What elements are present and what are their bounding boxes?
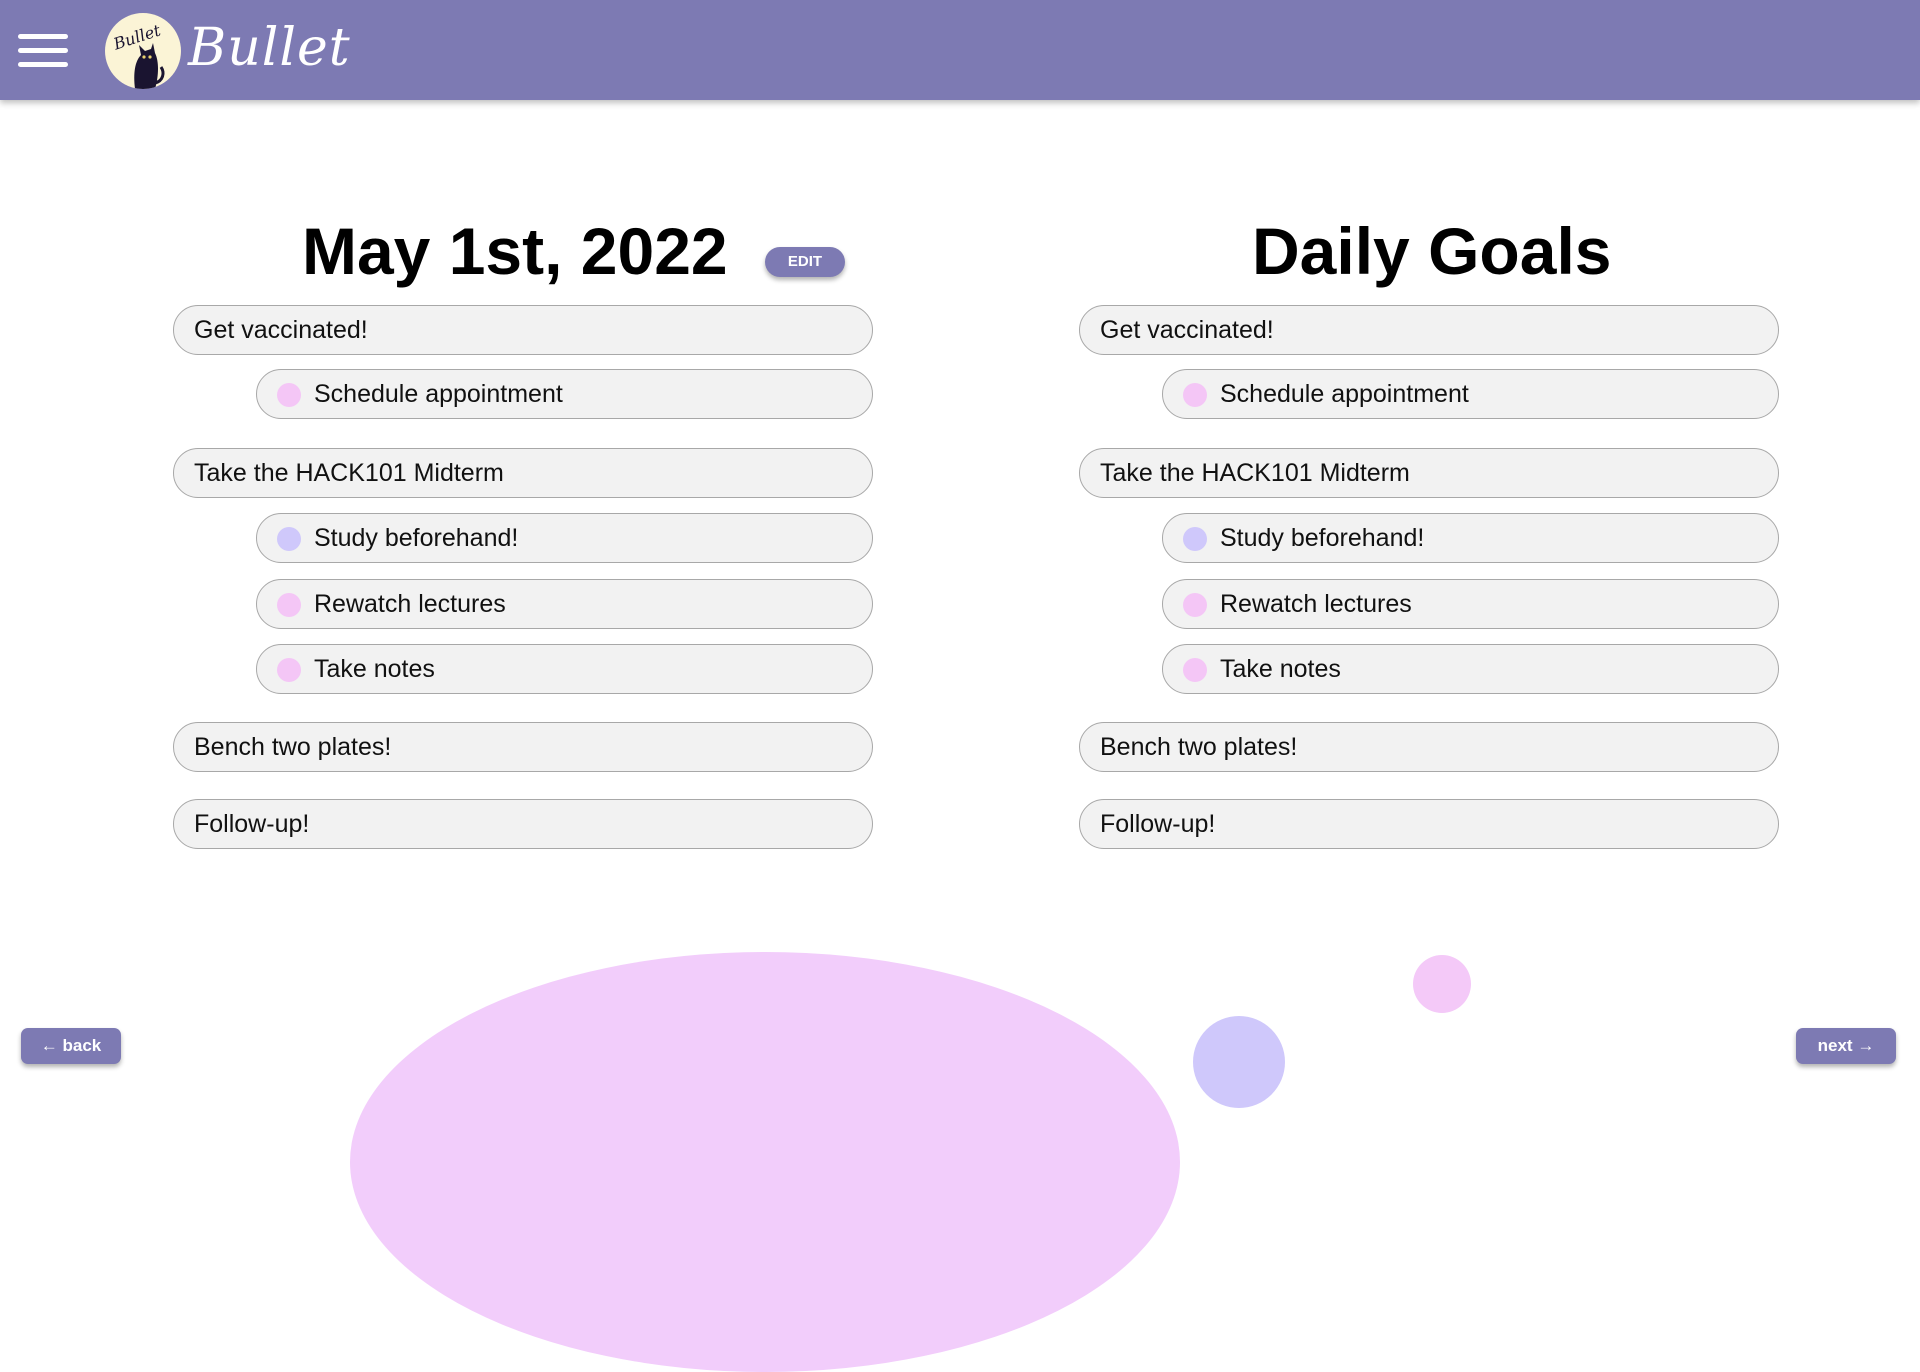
back-label: back	[62, 1036, 102, 1055]
bullet-dot-icon[interactable]	[1183, 527, 1207, 551]
journal-date-title: May 1st, 2022	[302, 214, 728, 288]
item-label: Rewatch lectures	[1220, 590, 1412, 618]
arrow-right-icon: →	[1857, 1036, 1875, 1055]
goals-subgoal-item[interactable]: Take notes	[1162, 644, 1779, 694]
goals-goal-item[interactable]: Get vaccinated!	[1079, 305, 1779, 355]
item-label: Bench two plates!	[1100, 733, 1298, 761]
item-label: Get vaccinated!	[194, 316, 368, 344]
bullet-dot-icon[interactable]	[277, 593, 301, 617]
journal-goal-item[interactable]: Bench two plates!	[173, 722, 873, 772]
arrow-left-icon: ←	[40, 1036, 58, 1055]
bullet-dot-icon[interactable]	[277, 383, 301, 407]
item-label: Take the HACK101 Midterm	[194, 459, 504, 487]
hamburger-menu-icon[interactable]	[18, 34, 68, 68]
goals-subgoal-item[interactable]: Schedule appointment	[1162, 369, 1779, 419]
item-label: Follow-up!	[1100, 810, 1216, 838]
goals-goal-item[interactable]: Bench two plates!	[1079, 722, 1779, 772]
item-label: Schedule appointment	[1220, 380, 1469, 408]
journal-goal-item[interactable]: Get vaccinated!	[173, 305, 873, 355]
bullet-dot-icon[interactable]	[1183, 383, 1207, 407]
item-label: Take notes	[314, 655, 435, 683]
edit-button[interactable]: EDIT	[765, 247, 845, 277]
daily-goals-title: Daily Goals	[1252, 214, 1612, 288]
cat-logo-icon[interactable]: Bullet	[105, 13, 181, 89]
bullet-dot-icon[interactable]	[1183, 593, 1207, 617]
top-bar: Bullet Bullet	[0, 0, 1920, 100]
goals-goal-item[interactable]: Take the HACK101 Midterm	[1079, 448, 1779, 498]
journal-subgoal-item[interactable]: Study beforehand!	[256, 513, 873, 563]
brand-wordmark[interactable]: Bullet	[188, 18, 351, 78]
next-button[interactable]: next →	[1796, 1028, 1896, 1064]
item-label: Take notes	[1220, 655, 1341, 683]
bullet-dot-icon[interactable]	[1183, 658, 1207, 682]
journal-goal-item[interactable]: Follow-up!	[173, 799, 873, 849]
journal-subgoal-item[interactable]: Rewatch lectures	[256, 579, 873, 629]
journal-subgoal-item[interactable]: Take notes	[256, 644, 873, 694]
item-label: Study beforehand!	[1220, 524, 1425, 552]
pink-hill-decoration	[350, 952, 1180, 1372]
item-label: Take the HACK101 Midterm	[1100, 459, 1410, 487]
bullet-dot-icon[interactable]	[277, 658, 301, 682]
pink-bubble-decoration	[1413, 955, 1471, 1013]
item-label: Schedule appointment	[314, 380, 563, 408]
back-button[interactable]: ← back	[21, 1028, 121, 1064]
goals-goal-item[interactable]: Follow-up!	[1079, 799, 1779, 849]
next-label: next	[1817, 1036, 1853, 1055]
item-label: Rewatch lectures	[314, 590, 506, 618]
item-label: Follow-up!	[194, 810, 310, 838]
journal-goal-item[interactable]: Take the HACK101 Midterm	[173, 448, 873, 498]
item-label: Bench two plates!	[194, 733, 392, 761]
journal-subgoal-item[interactable]: Schedule appointment	[256, 369, 873, 419]
bullet-dot-icon[interactable]	[277, 527, 301, 551]
goals-subgoal-item[interactable]: Rewatch lectures	[1162, 579, 1779, 629]
goals-subgoal-item[interactable]: Study beforehand!	[1162, 513, 1779, 563]
item-label: Study beforehand!	[314, 524, 519, 552]
lavender-bubble-decoration	[1193, 1016, 1285, 1108]
item-label: Get vaccinated!	[1100, 316, 1274, 344]
logo-lettering: Bullet	[110, 20, 163, 53]
